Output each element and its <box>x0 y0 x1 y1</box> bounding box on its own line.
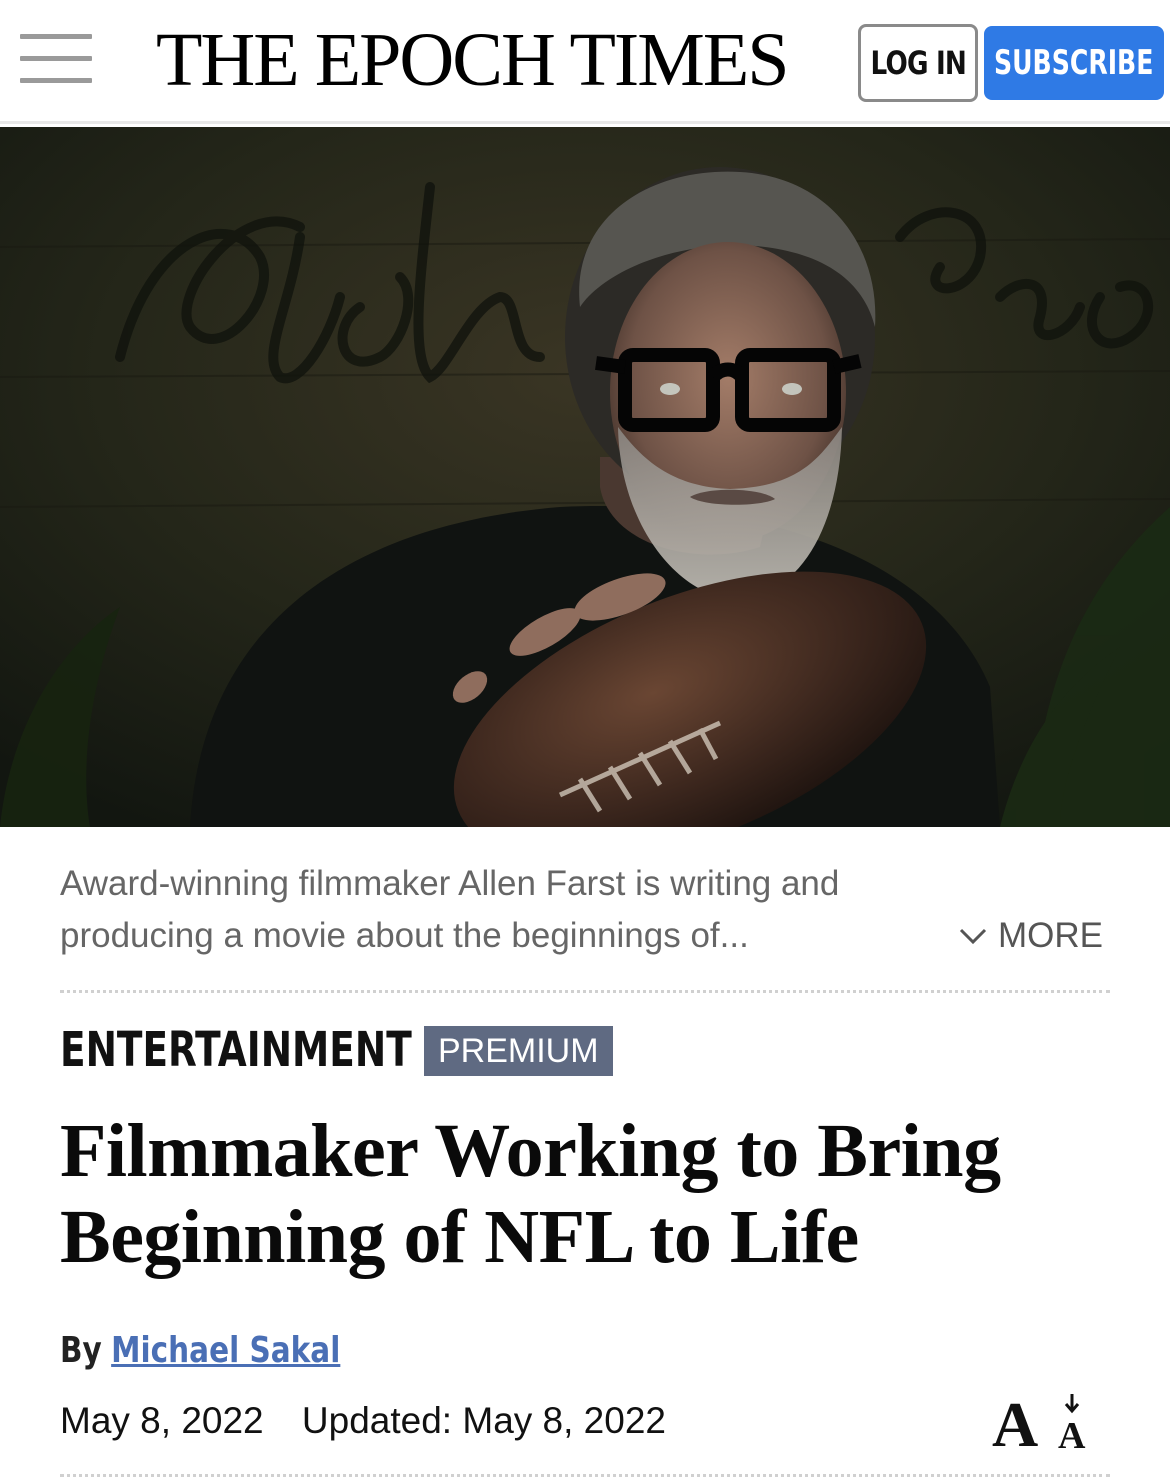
site-logo[interactable]: THE EPOCH TIMES <box>156 18 790 102</box>
article-dates: May 8, 2022 Updated: May 8, 2022 <box>60 1396 666 1446</box>
subscribe-button[interactable]: SUBSCRIBE <box>984 26 1164 100</box>
subscribe-button-label: SUBSCRIBE <box>994 43 1154 83</box>
byline: By Michael Sakal <box>60 1326 340 1376</box>
svg-text:A: A <box>1058 1415 1086 1454</box>
site-header: THE EPOCH TIMES LOG IN SUBSCRIBE <box>0 0 1170 124</box>
premium-badge: PREMIUM <box>424 1026 613 1076</box>
published-date: May 8, 2022 <box>60 1400 264 1441</box>
login-button-label: LOG IN <box>870 44 966 82</box>
article-title: Filmmaker Working to Bring Beginning of … <box>60 1109 1001 1279</box>
login-button[interactable]: LOG IN <box>858 24 978 102</box>
image-caption: Award-winning filmmaker Allen Farst is w… <box>60 864 840 955</box>
chevron-down-icon <box>959 928 987 945</box>
divider <box>60 1474 1110 1477</box>
more-label: MORE <box>998 916 1103 955</box>
hero-image <box>0 127 1170 827</box>
font-size-icon[interactable]: A A <box>990 1390 1094 1454</box>
byline-prefix: By <box>60 1330 102 1371</box>
svg-text:A: A <box>992 1390 1038 1454</box>
updated-date: Updated: May 8, 2022 <box>301 1400 666 1441</box>
hamburger-menu-icon[interactable] <box>20 34 92 84</box>
category-link[interactable]: ENTERTAINMENT <box>60 1022 412 1078</box>
divider <box>60 990 1110 993</box>
caption-more-button[interactable]: MORE <box>958 912 1103 960</box>
author-link[interactable]: Michael Sakal <box>111 1330 340 1371</box>
